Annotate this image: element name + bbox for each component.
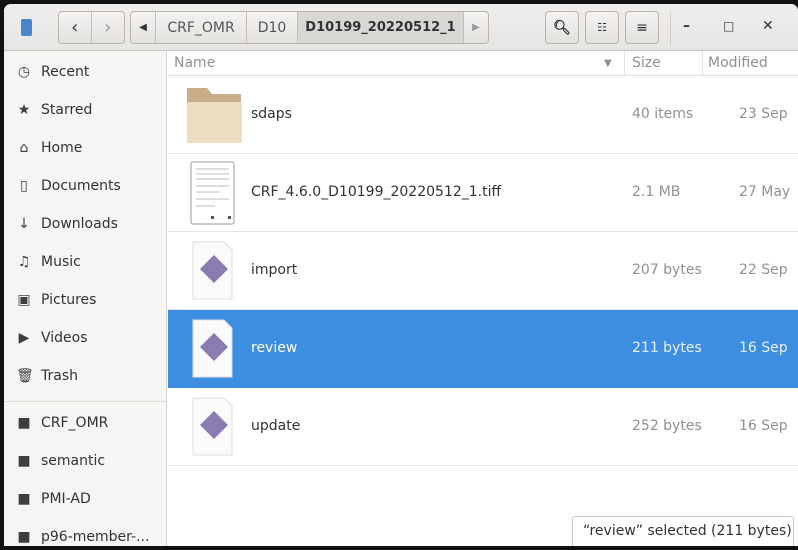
sidebar-label: Videos <box>41 330 88 346</box>
breadcrumb-right-arrow[interactable]: ▶ <box>464 12 488 43</box>
grid-view-button[interactable]: ☷ <box>585 11 619 44</box>
sidebar-item-documents[interactable]: ▯ Documents <box>16 178 121 194</box>
column-header: Name ▼ Size Modified <box>168 51 798 76</box>
file-row-review[interactable]: review 211 bytes 16 Sep <box>168 310 798 388</box>
breadcrumb: ◀ CRF_OMR D10 D10199_20220512_1 ▶ <box>130 11 489 44</box>
app-icon <box>21 19 32 36</box>
sidebar-label: Music <box>41 254 81 270</box>
file-row-tiff[interactable]: CRF_4.6.0_D10199_20220512_1.tiff 2.1 MB … <box>168 154 798 232</box>
sidebar-label: Documents <box>41 178 121 194</box>
file-name: CRF_4.6.0_D10199_20220512_1.tiff <box>251 184 502 200</box>
sidebar-label: CRF_OMR <box>41 415 109 431</box>
header-bar: ‹ › ◀ CRF_OMR D10 D10199_20220512_1 ▶ 🔍︎… <box>4 4 798 51</box>
folder-icon: ■ <box>17 491 31 507</box>
grid-icon: ☷ <box>597 21 607 34</box>
file-modified: 16 Sep <box>739 418 788 434</box>
image-thumbnail-icon <box>190 161 235 225</box>
sidebar-label: Starred <box>41 102 93 118</box>
sidebar-item-music[interactable]: ♫ Music <box>16 254 81 270</box>
star-icon: ★ <box>17 102 31 118</box>
menu-button[interactable]: ≡ <box>625 11 659 44</box>
sidebar-label: Trash <box>41 368 78 384</box>
breadcrumb-crf-omr[interactable]: CRF_OMR <box>156 12 247 43</box>
file-manager-window: ‹ › ◀ CRF_OMR D10 D10199_20220512_1 ▶ 🔍︎… <box>4 4 798 546</box>
sidebar-bookmark-p96[interactable]: ■ p96-member-... <box>16 529 149 545</box>
sidebar-label: Pictures <box>41 292 97 308</box>
sidebar-label: Recent <box>41 64 90 80</box>
sidebar-label: p96-member-... <box>41 529 150 545</box>
file-list: Name ▼ Size Modified sdaps 40 items 23 S… <box>168 51 798 546</box>
file-size: 211 bytes <box>632 340 702 356</box>
breadcrumb-left-arrow[interactable]: ◀ <box>131 12 156 43</box>
script-file-icon <box>192 241 233 300</box>
sidebar-item-videos[interactable]: ▶ Videos <box>16 330 88 346</box>
file-row-import[interactable]: import 207 bytes 22 Sep <box>168 232 798 310</box>
sidebar-item-trash[interactable]: 🗑︎ Trash <box>16 368 78 384</box>
forward-button[interactable]: › <box>92 12 125 43</box>
file-name: import <box>251 262 298 278</box>
search-icon: 🔍︎ <box>553 19 571 36</box>
music-icon: ♫ <box>17 254 31 270</box>
folder-icon: ■ <box>17 529 31 545</box>
folder-icon: ■ <box>17 453 31 469</box>
sidebar-label: Downloads <box>41 216 118 232</box>
breadcrumb-current[interactable]: D10199_20220512_1 <box>298 12 464 43</box>
file-modified: 16 Sep <box>739 340 788 356</box>
hamburger-icon: ≡ <box>636 19 648 36</box>
sidebar-bookmark-pmi-ad[interactable]: ■ PMI-AD <box>16 491 91 507</box>
minimize-button[interactable]: – <box>683 18 690 34</box>
home-icon: ⌂ <box>19 140 29 156</box>
column-name[interactable]: Name <box>174 55 215 71</box>
sidebar-label: Home <box>41 140 83 156</box>
folder-icon: ■ <box>17 415 31 431</box>
sidebar: ◷ Recent ★ Starred ⌂ Home ▯ Documents ↓ Downl… <box>4 51 167 546</box>
back-button[interactable]: ‹ <box>59 12 92 43</box>
sidebar-label: semantic <box>41 453 106 469</box>
sidebar-separator <box>4 401 167 402</box>
script-file-icon <box>192 397 233 456</box>
clock-icon: ◷ <box>17 64 31 80</box>
sidebar-bookmark-semantic[interactable]: ■ semantic <box>16 453 105 469</box>
file-modified: 23 Sep <box>739 106 788 122</box>
script-file-icon <box>192 319 233 378</box>
sidebar-item-home[interactable]: ⌂ Home <box>16 140 83 156</box>
video-icon: ▶ <box>18 330 30 346</box>
file-row-update[interactable]: update 252 bytes 16 Sep <box>168 388 798 466</box>
sidebar-item-recent[interactable]: ◷ Recent <box>16 64 90 80</box>
maximize-button[interactable]: □ <box>723 19 734 33</box>
file-modified: 27 May <box>739 184 791 200</box>
sidebar-item-starred[interactable]: ★ Starred <box>16 102 93 118</box>
search-button[interactable]: 🔍︎ <box>545 11 579 44</box>
column-modified[interactable]: Modified <box>708 55 768 71</box>
download-icon: ↓ <box>18 216 30 232</box>
camera-icon: ▣ <box>17 292 31 308</box>
file-size: 40 items <box>632 106 694 122</box>
selection-status: “review” selected (211 bytes) <box>572 516 794 546</box>
file-size: 2.1 MB <box>632 184 681 200</box>
column-size[interactable]: Size <box>632 55 661 71</box>
sort-descending-icon: ▼ <box>604 58 612 69</box>
document-icon: ▯ <box>20 178 28 194</box>
file-name: review <box>251 340 298 356</box>
folder-icon <box>187 88 242 143</box>
file-modified: 22 Sep <box>739 262 788 278</box>
breadcrumb-d10[interactable]: D10 <box>247 12 298 43</box>
sidebar-label: PMI-AD <box>41 491 91 507</box>
file-name: sdaps <box>251 106 292 122</box>
file-size: 252 bytes <box>632 418 702 434</box>
file-name: update <box>251 418 301 434</box>
sidebar-item-pictures[interactable]: ▣ Pictures <box>16 292 96 308</box>
close-button[interactable]: ✕ <box>762 18 774 34</box>
file-size: 207 bytes <box>632 262 702 278</box>
nav-buttons: ‹ › <box>58 11 125 44</box>
sidebar-item-downloads[interactable]: ↓ Downloads <box>16 216 118 232</box>
trash-icon: 🗑︎ <box>16 368 34 384</box>
file-row-sdaps[interactable]: sdaps 40 items 23 Sep <box>168 76 798 154</box>
sidebar-bookmark-crf-omr[interactable]: ■ CRF_OMR <box>16 415 108 431</box>
